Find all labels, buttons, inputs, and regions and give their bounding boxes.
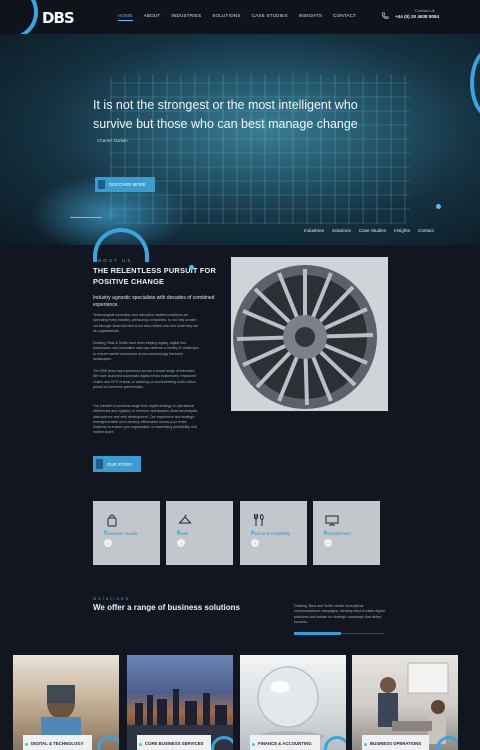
turbine-illustration (231, 257, 388, 411)
about-title: THE RELENTLESS PURSUIT FOR POSITIVE CHAN… (93, 266, 217, 286)
decorative-dot (139, 743, 142, 746)
solution-card-core-business-services[interactable]: CORE BUSINESS SERVICES (127, 655, 233, 750)
solutions-eyebrow: Solutions (93, 596, 130, 601)
hero-subnav: Industries Solutions Case Studies Insigh… (304, 228, 434, 233)
nav-item-home[interactable]: HOME (118, 13, 133, 21)
arrow-right-icon[interactable]: › (324, 539, 332, 547)
industry-card-retail[interactable]: Retail › (166, 501, 233, 565)
arrow-right-icon[interactable]: › (177, 539, 185, 547)
solution-card-label: FINANCE & ACCOUNTING (250, 735, 320, 750)
industry-label: Food and Hospitality (251, 531, 291, 536)
phone-number[interactable]: +44 (0) 20 4638 8084 (395, 14, 439, 19)
hero-banner: It is not the strongest or the most inte… (0, 34, 480, 245)
solution-card-label: CORE BUSINESS SERVICES (137, 735, 212, 750)
main-nav: HOME ABOUT INDUSTRIES SOLUTIONS CASE STU… (118, 13, 356, 21)
decorative-ring (470, 48, 480, 118)
hero-quote: It is not the strongest or the most inte… (93, 98, 358, 131)
nav-item-industries[interactable]: INDUSTRIES (171, 13, 201, 21)
shopping-bag-icon (107, 514, 117, 527)
about-paragraph: Technological innovation and disruptive … (93, 313, 199, 333)
hero-quote-author: Charles Darwin (97, 138, 128, 143)
cutlery-icon (254, 514, 264, 526)
industry-card-entertainment[interactable]: Entertainment › (313, 501, 380, 565)
turbine-engine-image (231, 257, 388, 411)
nav-item-about[interactable]: ABOUT (144, 13, 161, 21)
arrow-right-icon[interactable]: › (251, 539, 259, 547)
industry-label: Entertainment (324, 531, 351, 536)
phone-icon (381, 12, 389, 19)
industry-card-consumer-goods[interactable]: Consumer Goods › (93, 501, 160, 565)
screen-icon (325, 515, 339, 526)
solution-card-label: DIGITAL & TECHNOLOGY (23, 735, 92, 750)
discover-more-button[interactable]: DISCOVER MORE (95, 177, 155, 192)
solution-card-finance-accounting[interactable]: FINANCE & ACCOUNTING (240, 655, 346, 750)
subnav-item-insights[interactable]: Insights (394, 228, 410, 233)
subnav-item-contact[interactable]: Contact (418, 228, 434, 233)
our-story-label: OUR STORY (107, 461, 133, 467)
solution-card-business-operations[interactable]: BUSINESS OPERATIONS (352, 655, 458, 750)
about-paragraph: The DBS team has experience across a bro… (93, 369, 197, 389)
subnav-item-solutions[interactable]: Solutions (332, 228, 351, 233)
discover-more-label: DISCOVER MORE (109, 182, 146, 187)
about-eyebrow: ABOUT US (93, 258, 133, 263)
industry-card-food-hospitality[interactable]: Food and Hospitality › (240, 501, 307, 565)
about-lead: Industry agnostic specialists with decad… (93, 295, 215, 308)
solutions-progress-bar (294, 632, 341, 635)
solutions-description: Dowling, Best and Smith create exception… (294, 604, 385, 625)
decorative-dot (25, 743, 28, 746)
industry-label: Retail (177, 531, 188, 536)
industry-label: Consumer Goods (104, 531, 138, 536)
nav-item-case-studies[interactable]: CASE STUDIES (252, 13, 288, 21)
arrow-right-icon[interactable]: › (104, 539, 112, 547)
contact-label: Contact Us (415, 8, 435, 13)
site-header: DBS HOME ABOUT INDUSTRIES SOLUTIONS CASE… (0, 0, 480, 40)
our-story-button[interactable]: OUR STORY (93, 456, 141, 472)
logo[interactable]: DBS (42, 9, 75, 27)
slider-indicator[interactable] (70, 217, 102, 218)
logo-text: DBS (42, 9, 75, 27)
about-paragraph: Dowling, Best & Smith have been helping … (93, 341, 199, 361)
decorative-dot (436, 204, 441, 209)
solutions-title: We offer a range of business solutions (93, 603, 240, 612)
subnav-item-industries[interactable]: Industries (304, 228, 324, 233)
decorative-dot (364, 743, 367, 746)
nav-item-insights[interactable]: INSIGHTS (299, 13, 322, 21)
button-accent-block (96, 459, 103, 469)
subnav-item-case-studies[interactable]: Case Studies (359, 228, 386, 233)
about-paragraph: Our breadth of solutions range from digi… (93, 404, 198, 435)
decorative-dot (252, 743, 255, 746)
solution-card-label: BUSINESS OPERATIONS (362, 735, 430, 750)
nav-item-solutions[interactable]: SOLUTIONS (212, 13, 240, 21)
decorative-dot (189, 265, 194, 270)
button-accent-block (98, 180, 105, 189)
solution-card-digital-technology[interactable]: DIGITAL & TECHNOLOGY (13, 655, 119, 750)
nav-item-contact[interactable]: CONTACT (333, 13, 356, 21)
hanger-icon (178, 514, 192, 524)
